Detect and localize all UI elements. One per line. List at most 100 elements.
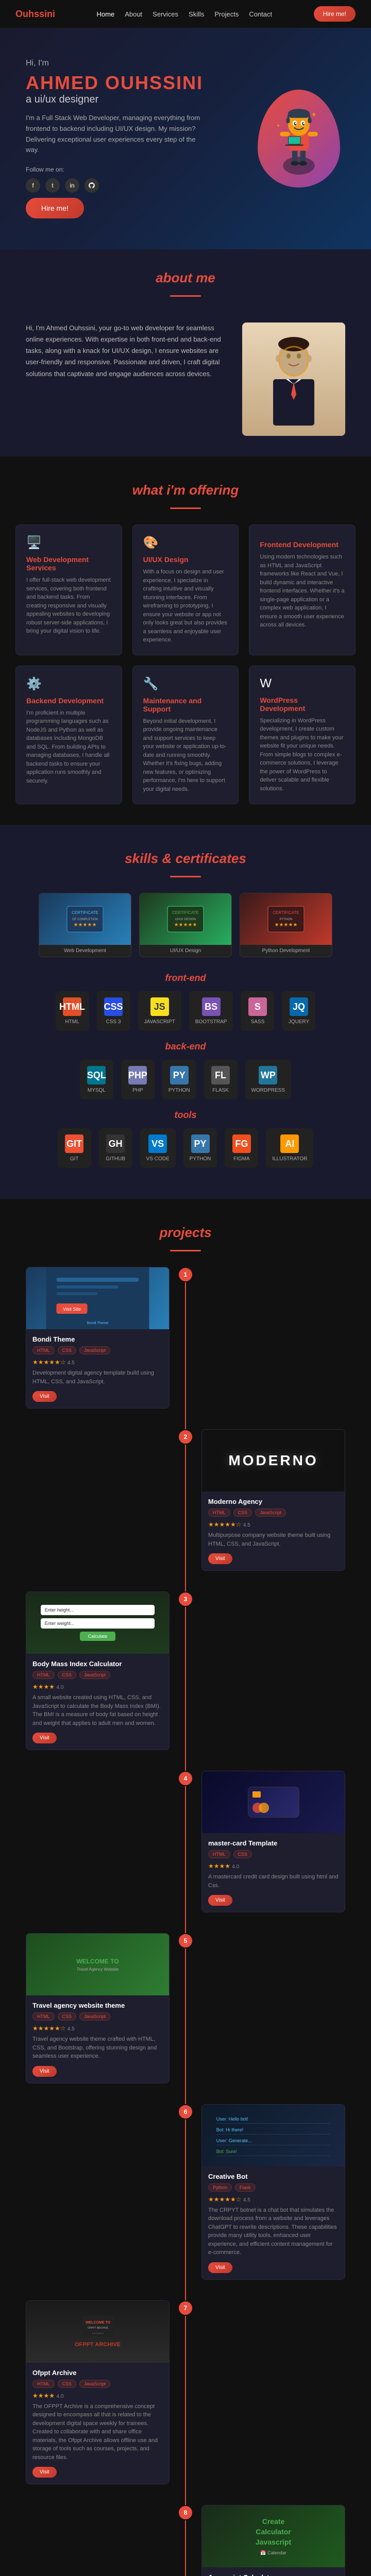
nav-services[interactable]: Services <box>153 10 178 18</box>
project-info: master-card Template HTMLCSS ★★★★ 4.0 A … <box>202 1833 345 1912</box>
skill-name: ILLUSTRATOR <box>272 1156 307 1162</box>
project-tag: JavaScript <box>79 1346 110 1354</box>
timeline-number: 7 <box>178 2300 193 2316</box>
project-info: Creative Bot PythonFlask ★★★★★☆ 4.5 The … <box>202 2166 345 2279</box>
nav-home[interactable]: Home <box>97 10 115 18</box>
nav-about[interactable]: About <box>125 10 142 18</box>
about-section: Hi, I'm Ahmed Ouhssini, your go-to web d… <box>0 312 371 456</box>
social-twitter[interactable]: t <box>45 178 60 193</box>
project-visit-button[interactable]: Visit <box>32 2066 57 2077</box>
project-visit-button[interactable]: Visit <box>208 2262 232 2273</box>
svg-text:UI/UX DESIGN: UI/UX DESIGN <box>175 918 196 921</box>
cert-3-img: CERTIFICATEPYTHON★★★★★ <box>240 893 332 945</box>
project-image: Visit Site Bondi Theme <box>26 1267 169 1329</box>
offering-icon: W <box>260 676 345 691</box>
timeline-item: 4 master-card Template HTMLCSS ★★★★ 4.0 … <box>26 1771 345 1912</box>
projects-title-text: projects <box>159 1225 211 1240</box>
social-linkedin[interactable]: in <box>65 178 79 193</box>
skill-name: PHP <box>132 1088 143 1093</box>
project-image: WELCOME TO OFPPT ARCHIVE and Support OFP… <box>26 2301 169 2363</box>
offering-card-title: Backend Development <box>26 697 111 705</box>
project-visit-button[interactable]: Visit <box>32 1733 57 1743</box>
project-description: The OFPPT Archive is a comprehensive con… <box>32 2402 163 2462</box>
offering-card-desc: Beyond initial development, I provide on… <box>143 717 228 794</box>
timeline-item: 7 WELCOME TO OFPPT ARCHIVE and Support O… <box>26 2300 345 2485</box>
skill-name: GITHUB <box>106 1156 125 1162</box>
frontend-title: front-end <box>15 973 356 984</box>
project-tag: CSS <box>58 2012 77 2021</box>
project-card: Create Calculator Javascript 📅 Calendar … <box>201 2505 345 2576</box>
project-title: Body Mass Index Calculator <box>32 1660 163 1668</box>
certs-row: CERTIFICATEOF COMPLETION★★★★★ Web Develo… <box>15 893 356 957</box>
about-image <box>242 323 345 436</box>
offering-card-desc: I'm proficient in multiple programming l… <box>26 709 111 786</box>
project-title: Travel agency website theme <box>32 2002 163 2009</box>
skill-badge: PY PYTHON <box>183 1128 217 1168</box>
project-image: User: Hello bot! Bot: Hi there! User: Ge… <box>202 2105 345 2166</box>
hero-hire-button[interactable]: Hire me! <box>26 198 84 218</box>
skill-icon: SQL <box>87 1066 106 1084</box>
hero-text: Hi, I'm AHMED OUHSSINI a ui/ux designer … <box>26 59 252 218</box>
offering-card: W WordPress Development Specializing in … <box>249 666 356 805</box>
social-facebook[interactable]: f <box>26 178 40 193</box>
project-tag: HTML <box>32 2380 55 2388</box>
offering-title: what i'm offering <box>15 462 356 503</box>
cert-1-label: Web Development <box>39 945 131 957</box>
hero-title: a ui/ux designer <box>26 94 252 106</box>
project-visit-button[interactable]: Visit <box>32 2467 57 2478</box>
skill-icon: AI <box>280 1134 299 1153</box>
navigation: Ouhssini Home About Services Skills Proj… <box>0 0 371 28</box>
nav-projects[interactable]: Projects <box>214 10 239 18</box>
project-tag: CSS <box>58 2380 77 2388</box>
character-illustration: ★ ✦ ✦ <box>268 103 330 175</box>
svg-text:★★★★★: ★★★★★ <box>275 922 298 928</box>
offering-icon: ⚙️ <box>26 676 111 691</box>
backend-skills: back-end SQL MYSQL PHP PHP PY PYTHON FL … <box>15 1041 356 1099</box>
social-icons-row: f t in <box>26 178 252 193</box>
project-tag: JavaScript <box>79 1671 110 1679</box>
project-visit-button[interactable]: Visit <box>32 1391 57 1402</box>
about-section-title: about me <box>0 249 371 291</box>
svg-text:CERTIFICATE: CERTIFICATE <box>273 910 299 915</box>
project-tag: Python <box>208 2183 232 2192</box>
project-card: User: Hello bot! Bot: Hi there! User: Ge… <box>201 2104 345 2280</box>
nav-contact[interactable]: Contact <box>249 10 272 18</box>
offering-section: what i'm offering 🖥️ Web Development Ser… <box>0 456 371 825</box>
timeline-number: 3 <box>178 1591 193 1607</box>
offering-divider <box>170 507 201 509</box>
project-card: master-card Template HTMLCSS ★★★★ 4.0 A … <box>201 1771 345 1912</box>
social-github[interactable] <box>85 178 99 193</box>
project-image: WELCOME TO Travel Agency Website <box>26 1934 169 1995</box>
project-description: A small website created using HTML, CSS,… <box>32 1693 163 1727</box>
project-title: Ofppt Archive <box>32 2369 163 2377</box>
backend-title: back-end <box>15 1041 356 1052</box>
offering-card: Frontend Development Using modern techno… <box>249 524 356 655</box>
skill-badge: VS VS CODE <box>140 1128 176 1168</box>
svg-text:★★★★★: ★★★★★ <box>174 922 197 928</box>
project-tag: JavaScript <box>255 1509 286 1517</box>
skill-badge: FG FIGMA <box>225 1128 258 1168</box>
project-tag: HTML <box>32 1346 55 1354</box>
project-tags: HTMLCSSJavaScript <box>32 2380 163 2388</box>
project-tag: CSS <box>58 1346 77 1354</box>
project-visit-button[interactable]: Visit <box>208 1895 232 1906</box>
project-visit-button[interactable]: Visit <box>208 1553 232 1564</box>
skill-icon: WP <box>259 1066 277 1084</box>
skill-name: HTML <box>65 1019 79 1025</box>
project-card: WELCOME TO OFPPT ARCHIVE and Support OFP… <box>26 2300 170 2485</box>
skill-badge: FL FLASK <box>204 1060 238 1099</box>
skill-badge: SQL MYSQL <box>80 1060 113 1099</box>
project-tags: HTMLCSSJavaScript <box>208 1509 339 1517</box>
skill-icon: CSS <box>104 997 123 1016</box>
skill-icon: FL <box>211 1066 230 1084</box>
project-tags: HTMLCSSJavaScript <box>32 2012 163 2021</box>
skill-name: BOOTSTRAP <box>195 1019 227 1025</box>
nav-hire-button[interactable]: Hire me! <box>314 6 356 22</box>
offering-card-desc: Using modern technologies such as HTML a… <box>260 553 345 630</box>
nav-skills[interactable]: Skills <box>189 10 204 18</box>
project-info: Bondi Theme HTMLCSSJavaScript ★★★★★☆ 4.5… <box>26 1329 169 1408</box>
project-card: Enter height... Enter weight... Calculat… <box>26 1591 170 1750</box>
skill-badge: S SASS <box>241 991 274 1031</box>
skill-name: CSS 3 <box>106 1019 121 1025</box>
hero-section: Hi, I'm AHMED OUHSSINI a ui/ux designer … <box>0 28 371 249</box>
